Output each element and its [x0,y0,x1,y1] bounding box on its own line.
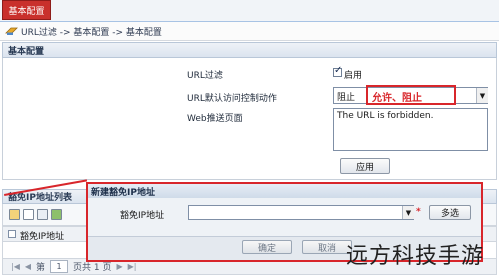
page-input[interactable]: 1 [50,260,69,273]
breadcrumb: URL过滤 -> 基本配置 -> 基本配置 [0,22,499,41]
enable-label: 启用 [344,71,363,81]
push-page-label: Web推送页面 [187,114,243,124]
column-header-exempt-ip: 豁免IP地址 [20,232,65,242]
watermark: 远方科技手游 [346,244,485,269]
first-page-icon[interactable]: |◀ [11,262,20,271]
default-action-label: URL默认访问控制动作 [187,94,277,104]
url-filter-label: URL过滤 [187,71,223,81]
tab-strip [0,0,499,23]
apply-button[interactable]: 应用 [340,158,390,174]
delete-icon[interactable] [23,209,34,220]
chevron-down-icon[interactable]: ▼ [476,88,488,103]
breadcrumb-text: URL过滤 -> 基本配置 -> 基本配置 [21,27,162,38]
tab-basic-config[interactable]: 基本配置 [2,0,51,20]
annotation-text: 允许、阻止 [372,93,422,104]
checkmark-icon: ✓ [334,65,343,76]
url-filter-icon [5,27,18,35]
page-prefix: 第 [36,263,46,273]
default-action-value: 阻止 [337,93,356,103]
refresh-icon[interactable] [51,209,62,220]
prev-page-icon[interactable]: ◀ [25,262,31,271]
new-icon[interactable] [9,209,20,220]
last-page-icon[interactable]: ▶| [128,262,137,271]
basic-config-header: 基本配置 [2,42,497,58]
edit-icon[interactable] [37,209,48,220]
select-all-checkbox[interactable] [8,230,16,238]
next-page-icon[interactable]: ▶ [116,262,122,271]
push-page-textarea[interactable]: The URL is forbidden. [333,108,488,151]
